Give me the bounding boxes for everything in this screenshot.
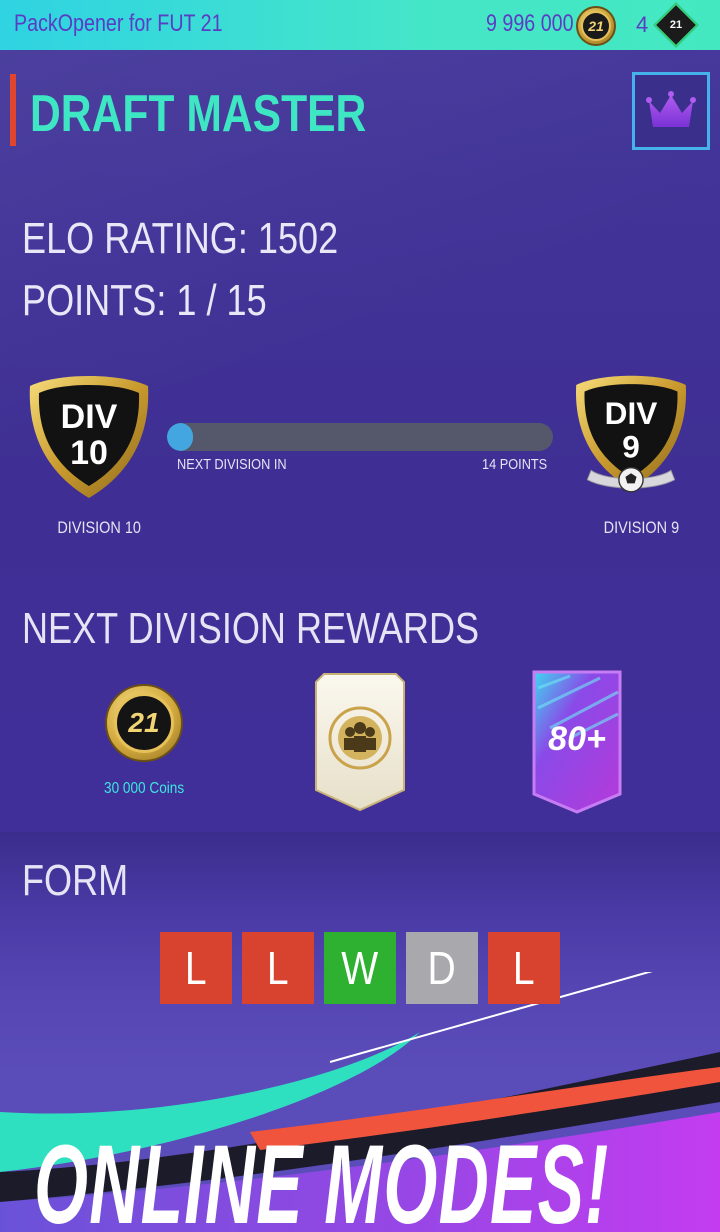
next-division-label: DIVISION 9 [603,518,680,537]
current-badge-line2: 10 [70,434,108,472]
player-card-rating: 80+ [548,720,606,758]
form-result-box: L [160,932,232,1004]
current-division-label: DIVISION 10 [57,518,141,537]
form-result-box: D [406,932,478,1004]
coins-balance: 9 996 000 [486,10,574,37]
top-bar: PackOpener for FUT 21 9 996 000 21 4 21 [0,0,720,50]
next-badge-line2: 9 [622,428,640,464]
crown-icon [646,91,696,127]
form-result-letter: W [341,942,379,994]
division-progress-fill [167,423,193,451]
progress-right-label: 14 POINTS [482,456,548,473]
crown-button[interactable] [632,72,710,150]
reward-coin-label: 30 000 Coins [104,780,185,797]
form-section: FORM LLWDL ONLINE MODES! [0,832,720,1232]
division-points: POINTS: 1 / 15 [22,276,267,325]
coin-icon-text: 21 [581,11,611,41]
player-card-icon: 80+ [532,670,622,814]
reward-coin-icon: 21 [105,684,183,762]
coin-icon: 21 [576,6,616,46]
form-result-letter: L [513,942,535,994]
division-9-badge-icon: DIV 9 [575,375,687,493]
form-result-letter: L [185,942,207,994]
gold-pack-icon [315,673,405,812]
title-accent-bar [10,74,16,146]
form-result-letter: L [267,942,289,994]
rewards-title: NEXT DIVISION REWARDS [22,604,480,653]
elo-rating: ELO RATING: 1502 [22,214,339,263]
fifa-points-icon: 21 [653,2,699,48]
points-balance: 4 [636,12,649,37]
form-result-box: L [242,932,314,1004]
division-progress-bar [167,423,553,451]
progress-left-label: NEXT DIVISION IN [177,456,287,473]
form-result-box: L [488,932,560,1004]
form-results: LLWDL [160,932,560,1004]
form-result-letter: D [427,942,457,994]
division-10-badge-icon: DIV 10 [29,376,149,498]
form-result-box: W [324,932,396,1004]
next-badge-line1: DIV [605,395,658,431]
draft-master-panel: DRAFT MASTER ELO RATING: 1502 POINTS: 1 … [0,50,720,832]
page-title: DRAFT MASTER [30,85,367,143]
app-title: PackOpener for FUT 21 [14,10,223,37]
points-icon-text: 21 [669,19,683,31]
current-badge-line1: DIV [61,398,118,436]
reward-coin-text: 21 [114,693,174,753]
form-title: FORM [22,856,129,905]
promo-banner-text: ONLINE MODES! [34,1122,610,1232]
